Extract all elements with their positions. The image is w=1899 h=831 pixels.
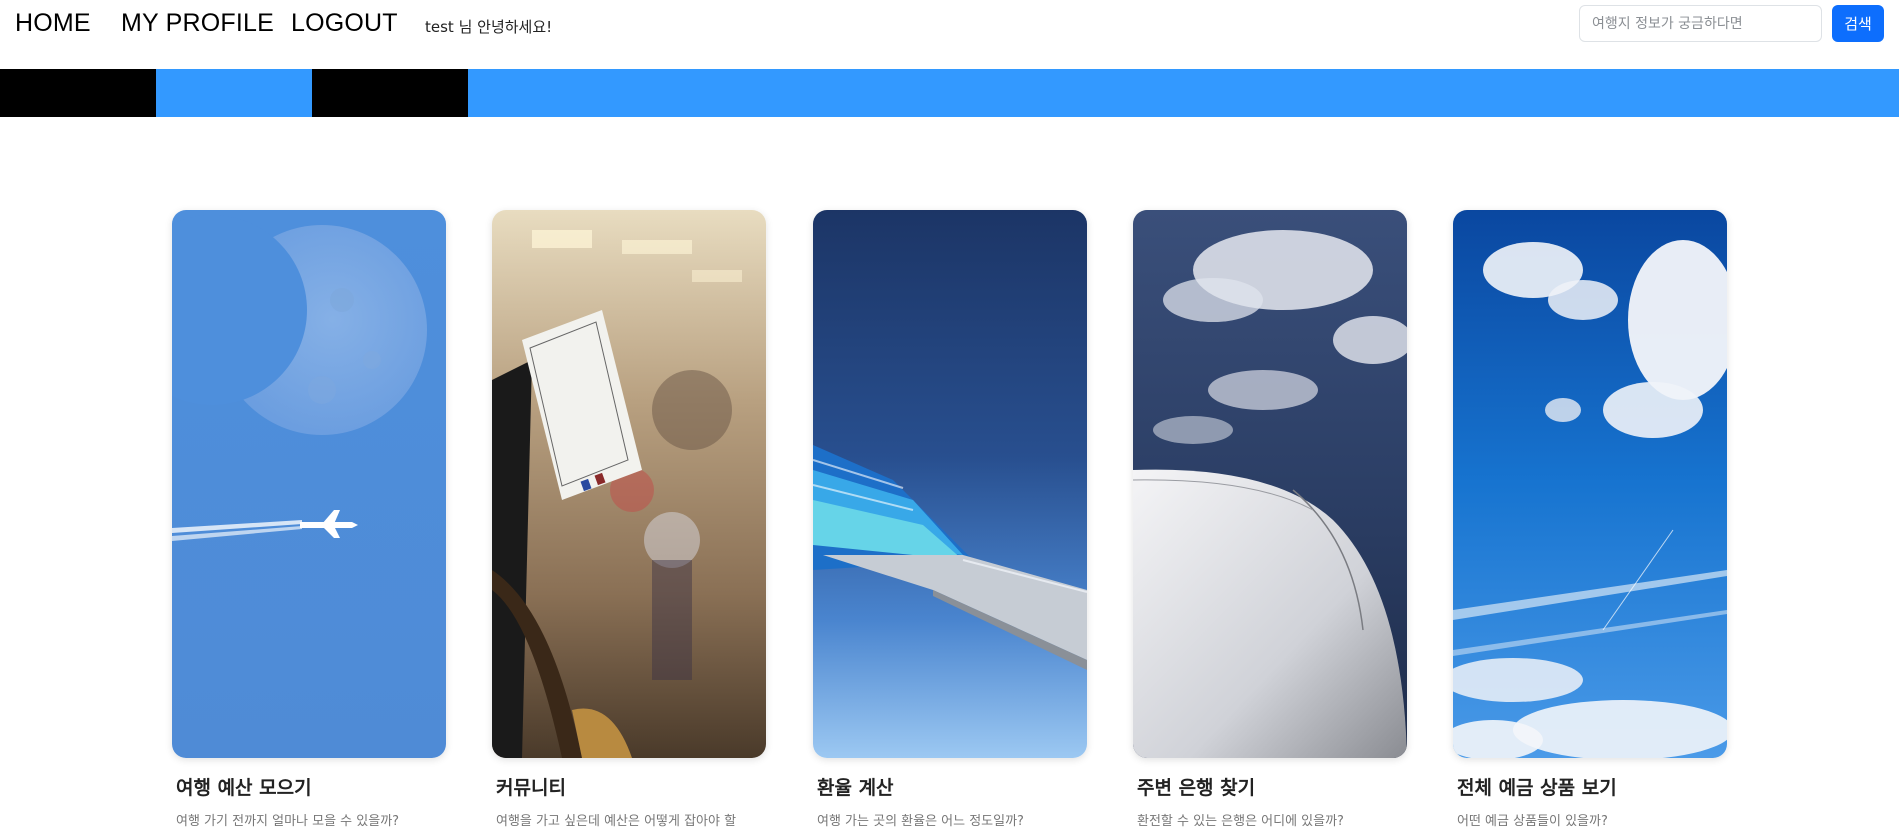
card-budget-saving[interactable]: 여행 예산 모으기 여행 가기 전까지 얼마나 모을 수 있을까?	[172, 210, 446, 829]
card-title: 전체 예금 상품 보기	[1457, 777, 1617, 799]
card-description: 여행 가는 곳의 환율은 어느 정도일까?	[817, 814, 1024, 829]
nav-my-profile-link[interactable]: MY PROFILE	[121, 9, 274, 38]
nav-home-link[interactable]: HOME	[15, 9, 91, 38]
card-exchange-calculator[interactable]: 환율 계산 여행 가는 곳의 환율은 어느 정도일까?	[813, 210, 1087, 829]
card-description: 환전할 수 있는 은행은 어디에 있을까?	[1137, 814, 1344, 829]
feature-cards: 여행 예산 모으기 여행 가기 전까지 얼마나 모을 수 있을까? 커뮤니티 여…	[0, 210, 1899, 831]
search-input[interactable]	[1579, 5, 1822, 42]
card-description: 어떤 예금 상품들이 있을까?	[1457, 814, 1608, 829]
moon-airplane-sky-image	[172, 210, 446, 758]
banner-segment-black	[312, 69, 468, 117]
airplane-tail-wing-image	[813, 210, 1087, 758]
user-greeting: test 님 안녕하세요!	[425, 18, 553, 36]
blue-sky-clouds-image	[1453, 210, 1727, 758]
card-all-deposit-products[interactable]: 전체 예금 상품 보기 어떤 예금 상품들이 있을까?	[1453, 210, 1727, 829]
card-title: 커뮤니티	[496, 777, 566, 799]
top-navbar: HOME MY PROFILE LOGOUT test 님 안녕하세요! 검색	[0, 0, 1899, 69]
airplane-engine-clouds-image	[1133, 210, 1407, 758]
banner-segment-black	[0, 69, 156, 117]
card-description: 여행 가기 전까지 얼마나 모을 수 있을까?	[176, 814, 400, 829]
banner-strip	[0, 69, 1899, 117]
card-description: 여행을 가고 싶은데 예산은 어떻게 잡아야 할	[496, 814, 737, 829]
card-title: 환율 계산	[817, 777, 894, 799]
nav-logout-link[interactable]: LOGOUT	[291, 9, 398, 38]
search-button[interactable]: 검색	[1832, 5, 1884, 42]
card-nearby-banks[interactable]: 주변 은행 찾기 환전할 수 있는 은행은 어디에 있을까?	[1133, 210, 1407, 829]
card-title: 주변 은행 찾기	[1137, 777, 1256, 799]
card-community[interactable]: 커뮤니티 여행을 가고 싶은데 예산은 어떻게 잡아야 할	[492, 210, 766, 829]
card-title: 여행 예산 모으기	[176, 777, 312, 799]
boarding-pass-airport-image	[492, 210, 766, 758]
